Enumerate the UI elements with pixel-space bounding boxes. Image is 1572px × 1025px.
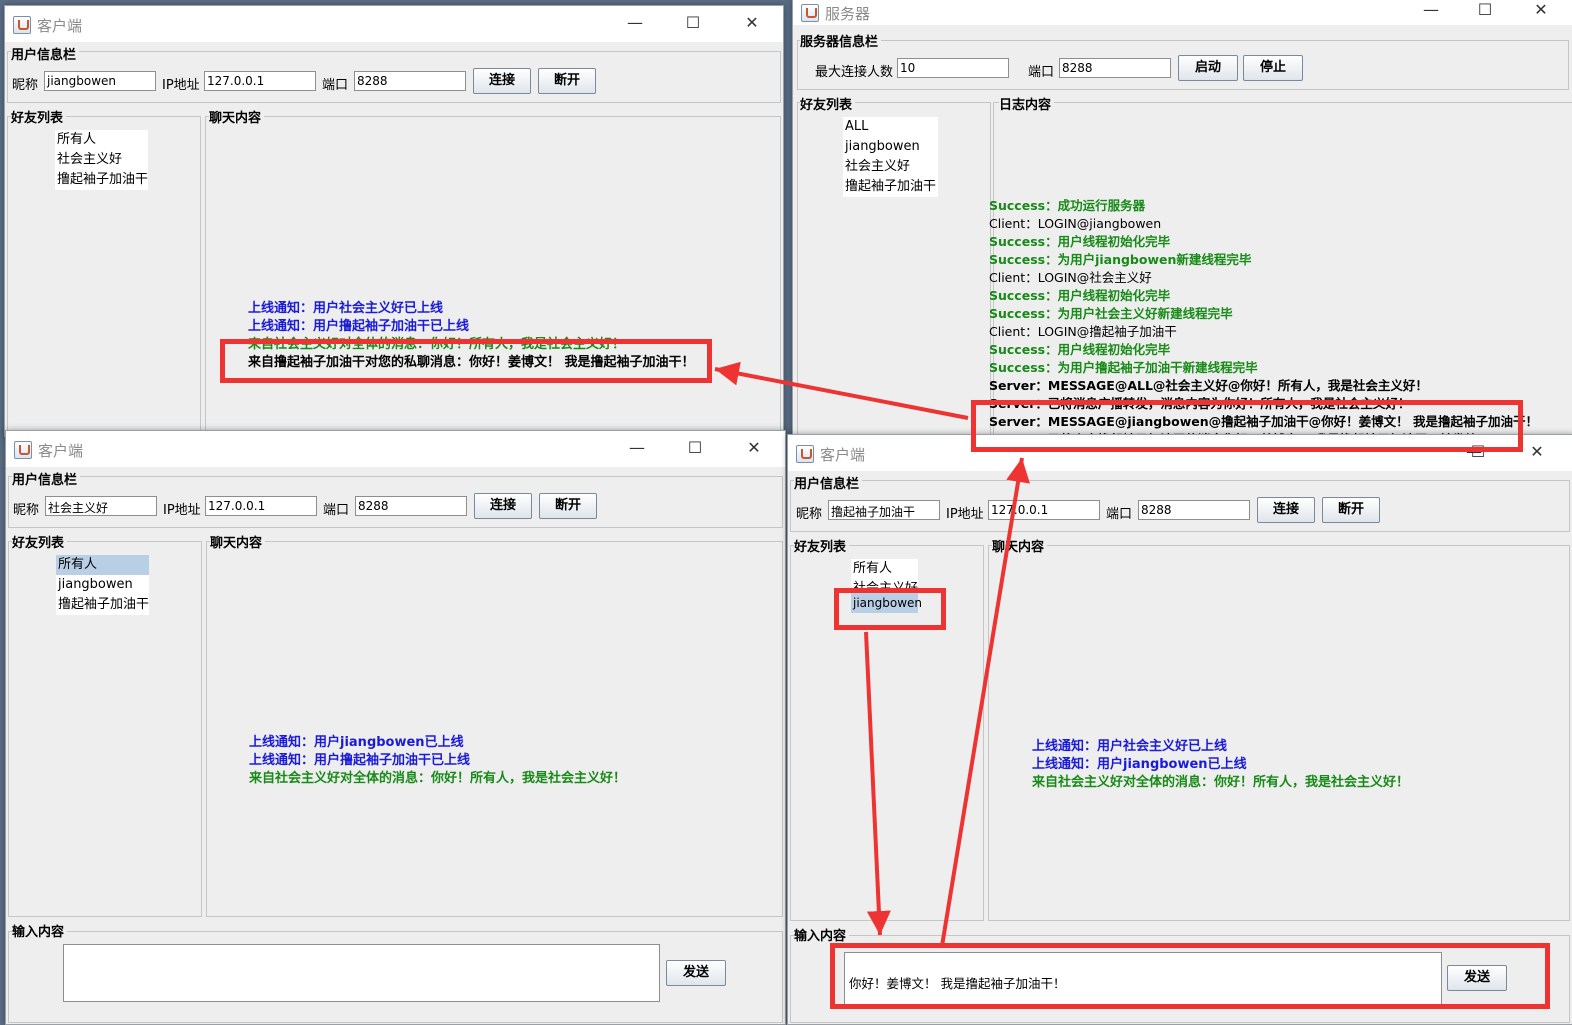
- arrow-server-to-client: [714, 361, 969, 420]
- annotation-arrows: [714, 361, 1030, 947]
- arrow-input-to-server: [940, 457, 1030, 947]
- arrow-select-to-input: [864, 631, 891, 936]
